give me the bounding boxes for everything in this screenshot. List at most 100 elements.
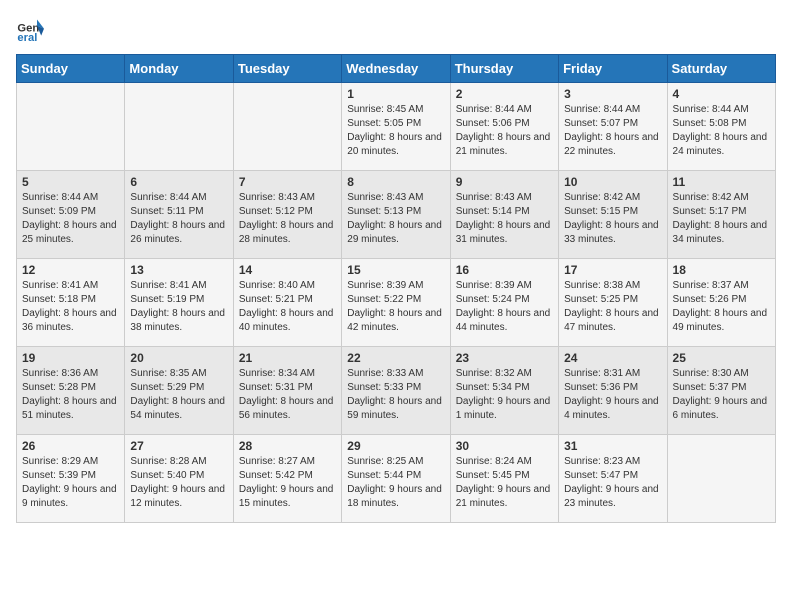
- calendar-cell: 7Sunrise: 8:43 AM Sunset: 5:12 PM Daylig…: [233, 171, 341, 259]
- day-number: 5: [22, 175, 119, 189]
- calendar-cell: 12 Sunrise: 8:41 AM Sunset: 5:18 PM Dayli…: [17, 259, 125, 347]
- calendar-cell: 4 Sunrise: 8:44 AM Sunset: 5:08 PM Daylig…: [667, 83, 775, 171]
- calendar-cell: 27 Sunrise: 8:28 AM Sunset: 5:40 PM Dayli…: [125, 435, 233, 523]
- day-info: Sunrise: 8:37 AM Sunset: 5:26 PM Dayligh…: [673, 279, 770, 335]
- day-info: Sunrise: 8:28 AM Sunset: 5:40 PM Dayligh…: [130, 455, 227, 511]
- day-number: 25: [673, 351, 770, 365]
- calendar-cell: 5 Sunrise: 8:44 AM Sunset: 5:09 PM Daylig…: [17, 171, 125, 259]
- calendar-cell: 10Sunrise: 8:42 AM Sunset: 5:15 PM Dayli…: [559, 171, 667, 259]
- calendar-cell: 29 Sunrise: 8:25 AM Sunset: 5:44 PM Dayli…: [342, 435, 450, 523]
- calendar-cell: 24 Sunrise: 8:31 AM Sunset: 5:36 PM Dayli…: [559, 347, 667, 435]
- weekday-header-saturday: Saturday: [667, 55, 775, 83]
- logo: Gen eral: [16, 16, 48, 44]
- calendar-cell: 18Sunrise: 8:37 AM Sunset: 5:26 PM Dayli…: [667, 259, 775, 347]
- day-info: Sunrise: 8:30 AM Sunset: 5:37 PM Dayligh…: [673, 367, 770, 423]
- day-number: 14: [239, 263, 336, 277]
- day-number: 30: [456, 439, 553, 453]
- calendar-cell: 28Sunrise: 8:27 AM Sunset: 5:42 PM Dayli…: [233, 435, 341, 523]
- day-info: Sunrise: 8:39 AM Sunset: 5:24 PM Dayligh…: [456, 279, 553, 335]
- day-number: 27: [130, 439, 227, 453]
- day-info: Sunrise: 8:40 AM Sunset: 5:21 PM Dayligh…: [239, 279, 336, 335]
- day-number: 21: [239, 351, 336, 365]
- svg-text:eral: eral: [17, 32, 37, 44]
- header: Gen eral: [16, 16, 776, 44]
- day-number: 29: [347, 439, 444, 453]
- day-info: Sunrise: 8:29 AM Sunset: 5:39 PM Dayligh…: [22, 455, 119, 511]
- calendar-cell: 17 Sunrise: 8:38 AM Sunset: 5:25 PM Dayli…: [559, 259, 667, 347]
- day-number: 24: [564, 351, 661, 365]
- calendar-cell: 31 Sunrise: 8:23 AM Sunset: 5:47 PM Dayli…: [559, 435, 667, 523]
- calendar-week-2: 5 Sunrise: 8:44 AM Sunset: 5:09 PM Daylig…: [17, 171, 776, 259]
- calendar-cell: 11 Sunrise: 8:42 AM Sunset: 5:17 PM Dayli…: [667, 171, 775, 259]
- weekday-header-thursday: Thursday: [450, 55, 558, 83]
- calendar-cell: 9 Sunrise: 8:43 AM Sunset: 5:14 PM Daylig…: [450, 171, 558, 259]
- weekday-header-sunday: Sunday: [17, 55, 125, 83]
- day-number: 28: [239, 439, 336, 453]
- day-number: 11: [673, 175, 770, 189]
- day-info: Sunrise: 8:31 AM Sunset: 5:36 PM Dayligh…: [564, 367, 661, 423]
- calendar-cell: 16 Sunrise: 8:39 AM Sunset: 5:24 PM Dayli…: [450, 259, 558, 347]
- weekday-header-monday: Monday: [125, 55, 233, 83]
- calendar-cell: [233, 83, 341, 171]
- calendar-header: SundayMondayTuesdayWednesdayThursdayFrid…: [17, 55, 776, 83]
- day-number: 8: [347, 175, 444, 189]
- calendar-cell: 1 Sunrise: 8:45 AM Sunset: 5:05 PM Daylig…: [342, 83, 450, 171]
- calendar-cell: 8Sunrise: 8:43 AM Sunset: 5:13 PM Daylig…: [342, 171, 450, 259]
- calendar-table: SundayMondayTuesdayWednesdayThursdayFrid…: [16, 54, 776, 523]
- day-info: Sunrise: 8:42 AM Sunset: 5:15 PM Dayligh…: [564, 191, 661, 247]
- day-info: Sunrise: 8:41 AM Sunset: 5:19 PM Dayligh…: [130, 279, 227, 335]
- logo-icon: Gen eral: [16, 16, 44, 44]
- calendar-week-4: 19Sunrise: 8:36 AM Sunset: 5:28 PM Dayli…: [17, 347, 776, 435]
- day-number: 22: [347, 351, 444, 365]
- calendar-cell: 20Sunrise: 8:35 AM Sunset: 5:29 PM Dayli…: [125, 347, 233, 435]
- day-number: 4: [673, 87, 770, 101]
- day-info: Sunrise: 8:25 AM Sunset: 5:44 PM Dayligh…: [347, 455, 444, 511]
- calendar-cell: 25 Sunrise: 8:30 AM Sunset: 5:37 PM Dayli…: [667, 347, 775, 435]
- calendar-cell: 21 Sunrise: 8:34 AM Sunset: 5:31 PM Dayli…: [233, 347, 341, 435]
- day-info: Sunrise: 8:35 AM Sunset: 5:29 PM Dayligh…: [130, 367, 227, 423]
- calendar-cell: 14 Sunrise: 8:40 AM Sunset: 5:21 PM Dayli…: [233, 259, 341, 347]
- day-number: 3: [564, 87, 661, 101]
- day-info: Sunrise: 8:24 AM Sunset: 5:45 PM Dayligh…: [456, 455, 553, 511]
- day-info: Sunrise: 8:41 AM Sunset: 5:18 PM Dayligh…: [22, 279, 119, 335]
- calendar-week-3: 12 Sunrise: 8:41 AM Sunset: 5:18 PM Dayli…: [17, 259, 776, 347]
- calendar-cell: 30 Sunrise: 8:24 AM Sunset: 5:45 PM Dayli…: [450, 435, 558, 523]
- day-number: 1: [347, 87, 444, 101]
- day-number: 31: [564, 439, 661, 453]
- day-info: Sunrise: 8:38 AM Sunset: 5:25 PM Dayligh…: [564, 279, 661, 335]
- day-number: 17: [564, 263, 661, 277]
- calendar-cell: 13Sunrise: 8:41 AM Sunset: 5:19 PM Dayli…: [125, 259, 233, 347]
- day-number: 2: [456, 87, 553, 101]
- day-number: 12: [22, 263, 119, 277]
- calendar-cell: 2 Sunrise: 8:44 AM Sunset: 5:06 PM Daylig…: [450, 83, 558, 171]
- day-number: 16: [456, 263, 553, 277]
- calendar-cell: [667, 435, 775, 523]
- calendar-body: 1 Sunrise: 8:45 AM Sunset: 5:05 PM Daylig…: [17, 83, 776, 523]
- day-number: 6: [130, 175, 227, 189]
- day-number: 9: [456, 175, 553, 189]
- day-info: Sunrise: 8:44 AM Sunset: 5:06 PM Dayligh…: [456, 103, 553, 159]
- day-number: 7: [239, 175, 336, 189]
- day-info: Sunrise: 8:34 AM Sunset: 5:31 PM Dayligh…: [239, 367, 336, 423]
- day-info: Sunrise: 8:44 AM Sunset: 5:07 PM Dayligh…: [564, 103, 661, 159]
- calendar-cell: 23Sunrise: 8:32 AM Sunset: 5:34 PM Dayli…: [450, 347, 558, 435]
- day-info: Sunrise: 8:42 AM Sunset: 5:17 PM Dayligh…: [673, 191, 770, 247]
- weekday-header-wednesday: Wednesday: [342, 55, 450, 83]
- calendar-cell: 15Sunrise: 8:39 AM Sunset: 5:22 PM Dayli…: [342, 259, 450, 347]
- day-info: Sunrise: 8:44 AM Sunset: 5:11 PM Dayligh…: [130, 191, 227, 247]
- calendar-cell: 19Sunrise: 8:36 AM Sunset: 5:28 PM Dayli…: [17, 347, 125, 435]
- day-info: Sunrise: 8:23 AM Sunset: 5:47 PM Dayligh…: [564, 455, 661, 511]
- calendar-cell: 3 Sunrise: 8:44 AM Sunset: 5:07 PM Daylig…: [559, 83, 667, 171]
- calendar-cell: [17, 83, 125, 171]
- day-number: 26: [22, 439, 119, 453]
- day-number: 15: [347, 263, 444, 277]
- calendar-week-1: 1 Sunrise: 8:45 AM Sunset: 5:05 PM Daylig…: [17, 83, 776, 171]
- weekday-header-friday: Friday: [559, 55, 667, 83]
- day-info: Sunrise: 8:43 AM Sunset: 5:14 PM Dayligh…: [456, 191, 553, 247]
- day-info: Sunrise: 8:45 AM Sunset: 5:05 PM Dayligh…: [347, 103, 444, 159]
- calendar-week-5: 26 Sunrise: 8:29 AM Sunset: 5:39 PM Dayli…: [17, 435, 776, 523]
- weekday-header-tuesday: Tuesday: [233, 55, 341, 83]
- day-info: Sunrise: 8:44 AM Sunset: 5:08 PM Dayligh…: [673, 103, 770, 159]
- day-info: Sunrise: 8:44 AM Sunset: 5:09 PM Dayligh…: [22, 191, 119, 247]
- calendar-cell: [125, 83, 233, 171]
